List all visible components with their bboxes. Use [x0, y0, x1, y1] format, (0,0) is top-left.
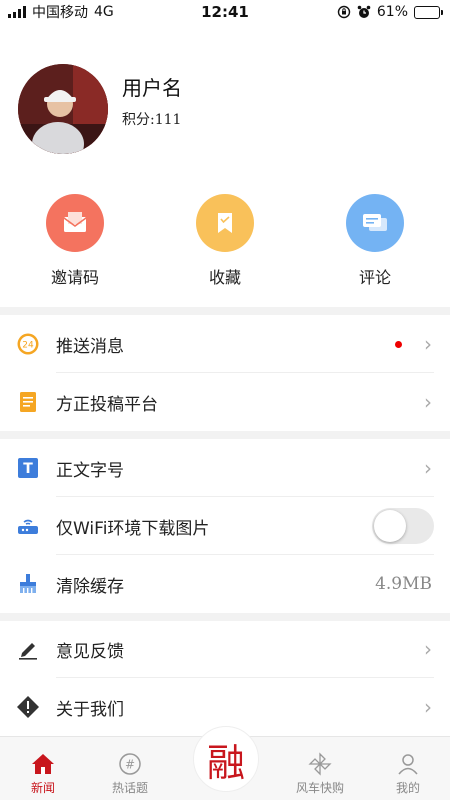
user-icon	[396, 751, 420, 777]
tab-windmill-shop-label: 风车快购	[295, 781, 344, 795]
hashtag-icon: #	[118, 751, 142, 777]
battery-percent: 61%	[376, 4, 408, 20]
chevron-right-icon: ›	[424, 637, 432, 661]
svg-text:#: #	[125, 758, 135, 772]
document-icon	[16, 390, 40, 414]
clear-cache-label: 清除缓存	[56, 576, 124, 597]
about-label: 关于我们	[56, 699, 124, 720]
feedback-row[interactable]: 意见反馈 ›	[0, 620, 450, 678]
feedback-label: 意见反馈	[56, 641, 124, 662]
quick-actions: 邀请码 收藏 评论	[0, 194, 450, 288]
wifi-download-row: 仅WiFi环境下载图片	[0, 497, 450, 555]
status-bar: 中国移动 4G 12:41 61%	[0, 0, 450, 24]
profile-header[interactable]: 用户名 积分:111	[18, 64, 182, 154]
points: 积分:111	[122, 111, 182, 128]
pinwheel-icon	[308, 751, 332, 777]
tab-mine[interactable]: 我的	[363, 751, 450, 796]
router-icon	[16, 514, 40, 538]
invite-code-label: 邀请码	[50, 268, 99, 287]
tab-news[interactable]: 新闻	[0, 751, 88, 796]
tab-hot-topics-label: 热话题	[111, 781, 148, 795]
comment-icon	[346, 194, 404, 252]
font-size-icon-text: T	[23, 461, 33, 477]
favorites-button[interactable]: 收藏	[150, 194, 300, 288]
favorites-label: 收藏	[208, 268, 241, 287]
toggle-knob	[374, 510, 406, 542]
tab-mine-label: 我的	[395, 781, 420, 795]
section-gap	[0, 307, 450, 315]
comments-label: 评论	[358, 268, 391, 287]
bookmark-icon	[196, 194, 254, 252]
push-messages-row[interactable]: 24 推送消息 ›	[0, 315, 450, 373]
cache-size: 4.9MB	[375, 574, 432, 594]
submission-platform-label: 方正投稿平台	[56, 394, 158, 415]
center-rong-button[interactable]: 融	[193, 726, 259, 792]
font-size-row[interactable]: T 正文字号 ›	[0, 439, 450, 497]
avatar[interactable]	[18, 64, 108, 154]
bottom-tab-bar: 新闻 # 热话题 融 风车快购 我的	[0, 726, 450, 800]
push-badge-text: 24	[22, 341, 34, 351]
comments-button[interactable]: 评论	[300, 194, 450, 288]
broom-icon	[16, 572, 40, 596]
submission-platform-row[interactable]: 方正投稿平台 ›	[0, 373, 450, 431]
push-badge-icon: 24	[16, 332, 40, 356]
info-diamond-icon	[16, 695, 40, 719]
profile-info: 用户名 积分:111	[108, 76, 182, 129]
font-size-label: 正文字号	[56, 460, 124, 481]
clear-cache-row[interactable]: 清除缓存 4.9MB	[0, 555, 450, 613]
battery-icon	[414, 5, 443, 19]
pencil-icon	[16, 637, 40, 661]
push-messages-label: 推送消息	[56, 336, 124, 357]
tab-hot-topics[interactable]: # 热话题	[85, 751, 175, 796]
rotation-lock-icon	[337, 5, 351, 19]
chevron-right-icon: ›	[424, 456, 432, 480]
alarm-icon	[357, 5, 371, 18]
section-gap	[0, 431, 450, 439]
wifi-download-label: 仅WiFi环境下载图片	[56, 518, 210, 539]
wifi-only-toggle[interactable]	[372, 508, 434, 544]
font-size-icon: T	[16, 456, 40, 480]
chevron-right-icon: ›	[424, 390, 432, 414]
unread-dot	[395, 340, 402, 348]
tab-windmill-shop[interactable]: 风车快购	[275, 751, 365, 796]
envelope-icon	[46, 194, 104, 252]
chevron-right-icon: ›	[424, 332, 432, 356]
home-icon	[30, 751, 56, 777]
username: 用户名	[122, 75, 182, 100]
tab-news-label: 新闻	[30, 781, 55, 795]
invite-code-button[interactable]: 邀请码	[0, 194, 150, 288]
chevron-right-icon: ›	[424, 695, 432, 719]
status-right: 61%	[337, 4, 443, 20]
